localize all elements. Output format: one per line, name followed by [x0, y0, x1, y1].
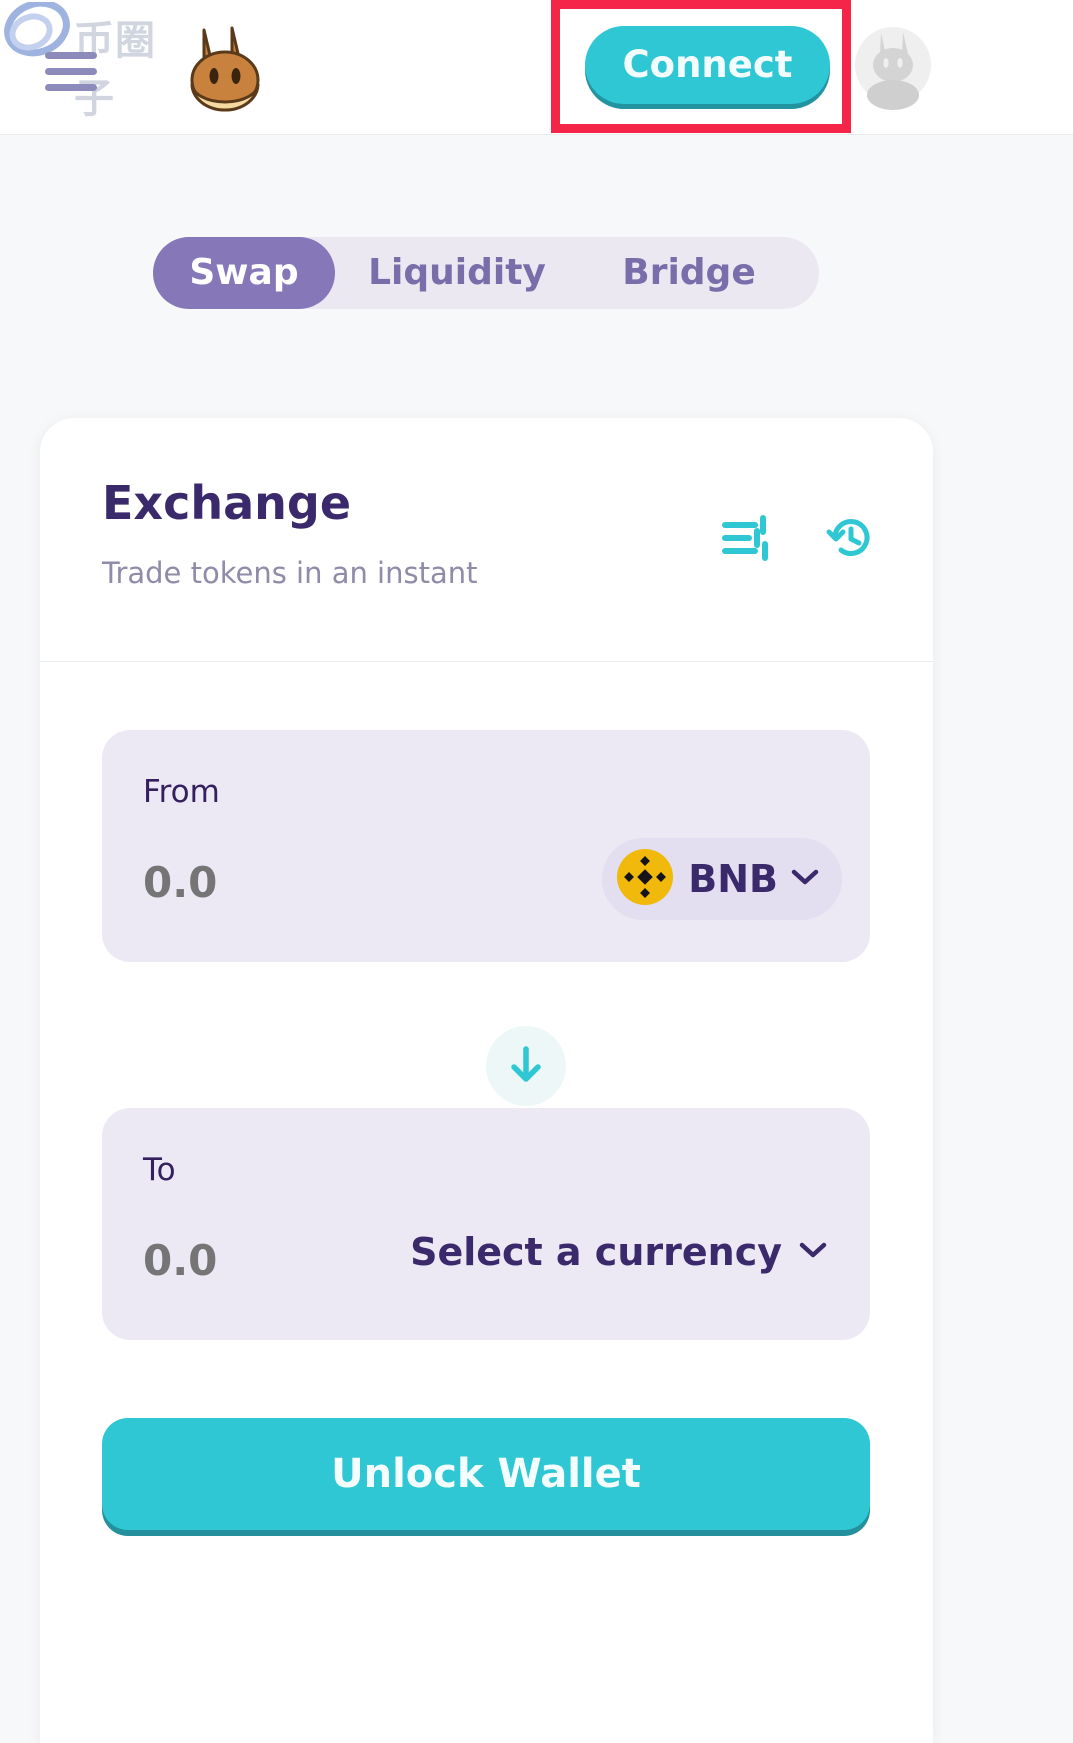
exchange-card-header: Exchange Trade tokens in an instant	[40, 418, 933, 662]
app-screen: 币圈子 Connect Connect	[0, 0, 1073, 1743]
tab-liquidity[interactable]: Liquidity	[335, 237, 579, 309]
from-amount-input[interactable]	[143, 858, 523, 907]
from-token-selector[interactable]: BNB	[602, 838, 842, 920]
history-clock-icon[interactable]	[825, 512, 877, 564]
from-token-label: BNB	[688, 857, 778, 901]
card-header-actions	[721, 512, 877, 564]
from-label: From	[143, 774, 220, 810]
pancakeswap-bunny-logo[interactable]	[182, 22, 268, 114]
swap-from-panel: From BNB	[102, 730, 870, 962]
to-label: To	[143, 1152, 176, 1188]
tab-swap[interactable]: Swap	[153, 237, 335, 309]
swap-nav-tabs: Swap Liquidity Bridge	[153, 237, 819, 309]
settings-sliders-icon[interactable]	[721, 514, 773, 562]
chevron-down-icon	[798, 1240, 828, 1264]
hamburger-menu-icon[interactable]	[45, 52, 97, 92]
to-token-label: Select a currency	[410, 1230, 782, 1274]
to-token-selector[interactable]: Select a currency	[410, 1230, 828, 1274]
unlock-wallet-button[interactable]: Unlock Wallet	[102, 1418, 870, 1530]
app-header: 币圈子 Connect Connect	[0, 0, 1073, 135]
page-subtitle: Trade tokens in an instant	[102, 556, 478, 590]
watermark-swirl-icon	[4, 2, 74, 58]
connect-button-visible[interactable]: Connect	[585, 26, 830, 104]
chevron-down-icon	[790, 867, 820, 891]
exchange-card: Exchange Trade tokens in an instant	[40, 418, 933, 1743]
connect-button-top: Connect	[585, 26, 830, 108]
swap-direction-button[interactable]	[486, 1026, 566, 1106]
site-watermark: 币圈子	[4, 2, 164, 58]
bunny-avatar-icon[interactable]	[855, 17, 931, 113]
page-title: Exchange	[102, 476, 351, 530]
swap-to-panel: To Select a currency	[102, 1108, 870, 1340]
arrow-down-icon	[503, 1041, 549, 1091]
binance-coin-icon	[616, 848, 674, 910]
tab-bridge[interactable]: Bridge	[579, 237, 799, 309]
